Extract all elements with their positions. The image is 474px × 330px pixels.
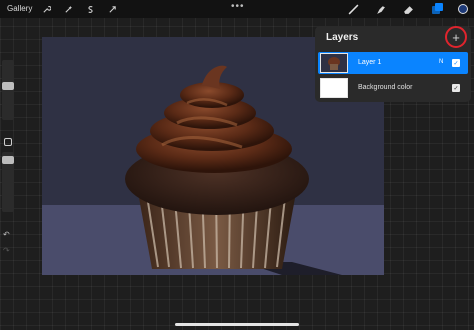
home-indicator[interactable] bbox=[175, 323, 299, 326]
plus-icon: + bbox=[452, 29, 460, 45]
wrench-icon[interactable] bbox=[40, 3, 52, 15]
brush-icon[interactable] bbox=[347, 3, 359, 15]
layers-icon[interactable] bbox=[431, 3, 443, 15]
brush-size-slider[interactable] bbox=[2, 82, 14, 90]
smudge-icon[interactable] bbox=[374, 3, 386, 15]
add-layer-button[interactable]: + bbox=[445, 26, 467, 48]
layers-panel-title: Layers bbox=[326, 32, 359, 43]
undo-icon[interactable]: ↶ bbox=[3, 230, 10, 239]
opacity-slider[interactable] bbox=[2, 156, 14, 164]
layer-row-layer-1[interactable]: Layer 1 N ✓ bbox=[318, 52, 468, 74]
layer-thumbnail bbox=[320, 53, 348, 73]
layer-thumbnail bbox=[320, 78, 348, 98]
layer-row-background-color[interactable]: Background color ✓ bbox=[318, 77, 468, 99]
layer-name: Background color bbox=[358, 84, 413, 91]
left-sidebar: ↶ ↷ bbox=[0, 60, 16, 260]
eraser-icon[interactable] bbox=[402, 3, 414, 15]
layer-name: Layer 1 bbox=[358, 59, 382, 66]
transform-icon[interactable] bbox=[106, 3, 118, 15]
redo-icon[interactable]: ↷ bbox=[3, 246, 10, 255]
gallery-button[interactable]: Gallery bbox=[7, 4, 32, 13]
top-toolbar: Gallery ••• bbox=[0, 0, 474, 18]
visibility-checkbox[interactable]: ✓ bbox=[452, 59, 460, 67]
visibility-checkbox[interactable]: ✓ bbox=[452, 84, 460, 92]
color-swatch[interactable] bbox=[458, 4, 468, 14]
selection-icon[interactable] bbox=[84, 3, 96, 15]
modify-button[interactable] bbox=[4, 138, 12, 146]
brush-size-track bbox=[2, 60, 14, 120]
menu-dots[interactable]: ••• bbox=[231, 1, 245, 12]
magic-wand-icon[interactable] bbox=[62, 3, 74, 15]
blend-mode-button[interactable]: N bbox=[439, 59, 443, 65]
